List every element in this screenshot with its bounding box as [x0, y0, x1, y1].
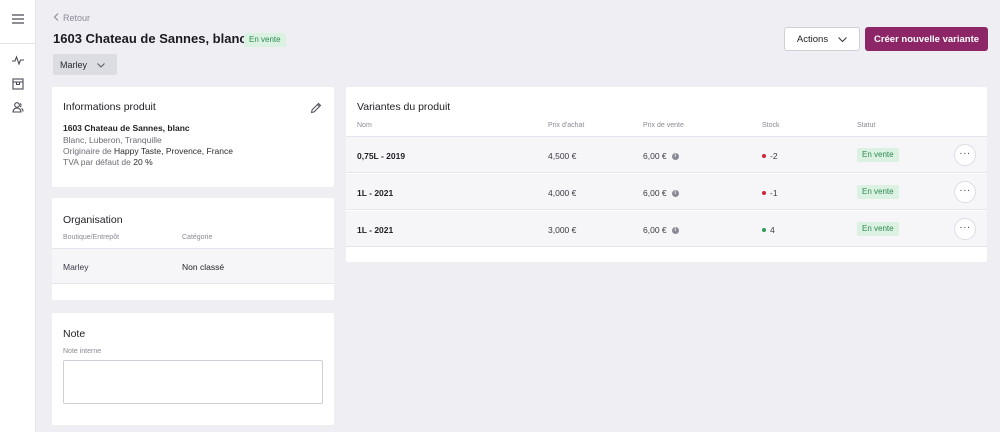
- sidebar-divider: [0, 43, 36, 44]
- product-attributes: Blanc, Luberon, Tranquille: [63, 135, 162, 145]
- variant-sell-price: 6,00 € i: [643, 225, 679, 235]
- actions-label: Actions: [796, 33, 829, 45]
- variant-stock: 4: [762, 225, 775, 235]
- col-sell-header: Prix de vente: [643, 122, 684, 129]
- table-row[interactable]: 1L - 2021 3,000 € 6,00 € i 4 En vente ··…: [346, 211, 987, 247]
- origin-value: Happy Taste, Provence, France: [114, 146, 233, 156]
- stock-value: -1: [770, 188, 778, 198]
- stock-value: 4: [770, 225, 775, 235]
- status-badge: En vente: [857, 148, 899, 162]
- store-icon[interactable]: [8, 74, 28, 94]
- stock-negative-dot: [762, 154, 766, 158]
- back-link[interactable]: Retour: [53, 13, 90, 23]
- organisation-title: Organisation: [63, 214, 123, 226]
- chevron-down-icon: [838, 34, 847, 45]
- chevron-left-icon: [53, 13, 59, 23]
- note-card: Note Note interne: [52, 313, 334, 425]
- product-name: 1603 Chateau de Sannes, blanc: [63, 123, 190, 133]
- variant-sell-price: 6,00 € i: [643, 151, 679, 161]
- tva-value: 20 %: [133, 157, 153, 167]
- pencil-icon[interactable]: [310, 101, 324, 115]
- col-name-header: Nom: [357, 122, 372, 129]
- variant-name: 1L - 2021: [357, 225, 394, 235]
- stock-negative-dot: [762, 191, 766, 195]
- chevron-down-icon: [97, 60, 105, 70]
- product-origin: Originaire de Happy Taste, Provence, Fra…: [63, 146, 233, 156]
- sell-price-value: 6,00 €: [643, 225, 667, 235]
- back-label: Retour: [63, 13, 91, 23]
- col-buy-header: Prix d'achat: [548, 122, 585, 129]
- org-category: Non classé: [182, 262, 225, 272]
- info-icon[interactable]: i: [671, 152, 679, 160]
- status-badge: En vente: [244, 33, 286, 47]
- origin-prefix: Originaire de: [63, 146, 112, 156]
- sell-price-value: 6,00 €: [643, 151, 667, 161]
- product-tva: TVA par défaut de 20 %: [63, 157, 153, 167]
- sell-price-value: 6,00 €: [643, 188, 667, 198]
- note-input[interactable]: [63, 360, 323, 404]
- users-icon[interactable]: [8, 97, 28, 117]
- variants-card: Variantes du produit Nom Prix d'achat Pr…: [346, 87, 987, 262]
- store-select-value: Marley: [60, 59, 88, 70]
- note-label: Note interne: [63, 348, 102, 355]
- menu-icon[interactable]: [8, 9, 28, 29]
- col-store-label: Boutique/Entrepôt: [63, 234, 120, 241]
- variant-name: 0,75L - 2019: [357, 151, 406, 161]
- stock-value: -2: [770, 151, 778, 161]
- store-select[interactable]: Marley: [53, 54, 117, 75]
- organisation-card: Organisation Boutique/Entrepôt Catégorie…: [52, 198, 334, 300]
- variant-buy-price: 3,000 €: [548, 225, 577, 235]
- status-badge: En vente: [857, 222, 899, 236]
- variant-sell-price: 6,00 € i: [643, 188, 679, 198]
- table-row[interactable]: 1L - 2021 4,000 € 6,00 € i -1 En vente ·…: [346, 174, 987, 210]
- product-info-title: Informations produit: [63, 101, 156, 113]
- col-category-label: Catégorie: [182, 234, 213, 241]
- tva-prefix: TVA par défaut de: [63, 157, 131, 167]
- variant-stock: -1: [762, 188, 778, 198]
- actions-button[interactable]: Actions: [784, 27, 860, 51]
- variant-buy-price: 4,500 €: [548, 151, 577, 161]
- more-horizontal-icon[interactable]: ···: [954, 181, 976, 203]
- note-title: Note: [63, 328, 86, 340]
- sidebar: [0, 0, 36, 432]
- info-icon[interactable]: i: [671, 226, 679, 234]
- variant-buy-price: 4,000 €: [548, 188, 577, 198]
- variant-name: 1L - 2021: [357, 188, 394, 198]
- page-title: 1603 Chateau de Sannes, blanc: [53, 31, 247, 46]
- more-horizontal-icon[interactable]: ···: [954, 144, 976, 166]
- org-store: Marley: [63, 262, 89, 272]
- activity-icon[interactable]: [8, 50, 28, 70]
- info-icon[interactable]: i: [671, 189, 679, 197]
- col-stock-header: Stock: [762, 122, 780, 129]
- product-info-card: Informations produit 1603 Chateau de San…: [52, 87, 334, 187]
- create-variant-button[interactable]: Créer nouvelle variante: [865, 27, 988, 51]
- more-horizontal-icon[interactable]: ···: [954, 218, 976, 240]
- stock-positive-dot: [762, 228, 766, 232]
- table-row[interactable]: 0,75L - 2019 4,500 € 6,00 € i -2 En vent…: [346, 137, 987, 173]
- status-badge: En vente: [857, 185, 899, 199]
- col-status-header: Statut: [857, 122, 876, 129]
- variants-title: Variantes du produit: [357, 101, 451, 113]
- variant-stock: -2: [762, 151, 778, 161]
- table-row[interactable]: Marley Non classé: [52, 248, 334, 284]
